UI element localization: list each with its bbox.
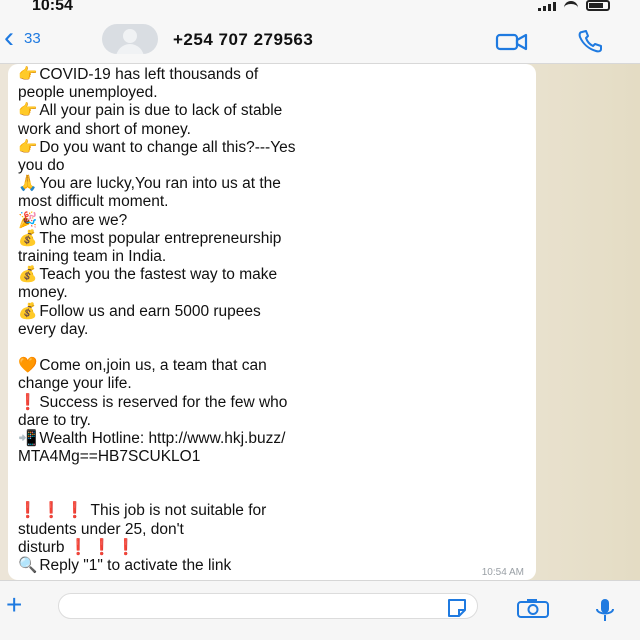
message-line-text: Come on,join us, a team that can	[39, 357, 267, 375]
emoji-icon: 💰	[18, 302, 38, 320]
message-line-text: Success is reserved for the few who	[39, 393, 288, 411]
chat-area[interactable]: 👉 COVID-19 has left thousands of people un…	[0, 64, 640, 580]
emoji-icon: 💰	[18, 229, 38, 247]
emoji-icon: 🧡	[18, 357, 38, 375]
message-input[interactable]	[58, 593, 478, 619]
message-line: 💰 Follow us and earn 5000 rupees	[18, 303, 526, 321]
message-line: 🧡 Come on,join us, a team that can	[18, 357, 526, 375]
message-line: ❗ Success is reserved for the few who	[18, 394, 526, 412]
message-line: 💰 Teach you the fastest way to make	[18, 266, 526, 284]
message-line: 👉 All your pain is due to lack of stable	[18, 102, 526, 120]
message-line: 💰 The most popular entrepreneurship	[18, 230, 526, 248]
message-line-text: Reply "1" to activate the link	[39, 557, 232, 575]
message-line: ❗ ❗ ❗ This job is not suitable for	[18, 502, 526, 520]
emoji-icon: 👉	[18, 66, 38, 83]
camera-icon[interactable]	[515, 599, 555, 619]
unread-count: 33	[24, 29, 41, 47]
message-text: 👉 COVID-19 has left thousands of people un…	[18, 66, 526, 575]
message-line-text: Follow us and earn 5000 rupees	[39, 302, 261, 320]
back-button[interactable]: ‹ 33	[4, 21, 41, 54]
message-line-text: most difficult moment.	[18, 193, 169, 211]
message-line: money.	[18, 284, 526, 302]
input-bar: +	[0, 580, 640, 640]
message-line-text: every day.	[18, 320, 89, 338]
message-line-text: students under 25, don't	[18, 520, 184, 538]
message-line-text: You are lucky,You ran into us at the	[39, 175, 281, 193]
emoji-icon: ❗ ❗ ❗	[18, 502, 85, 520]
status-icons	[538, 0, 610, 11]
message-line: 🙏 You are lucky,You ran into us at the	[18, 175, 526, 193]
status-bar: 10:54	[0, 0, 640, 16]
message-line-text: disturb ❗ ❗ ❗	[18, 538, 136, 556]
message-line: most difficult moment.	[18, 193, 526, 211]
message-line: work and short of money.	[18, 121, 526, 139]
emoji-icon: ❗	[18, 393, 38, 411]
message-line: MTA4Mg==HB7SCUKLO1	[18, 448, 526, 466]
emoji-icon: 🔍	[18, 557, 38, 575]
message-line: 🎉 who are we?	[18, 212, 526, 230]
message-line-text: people unemployed.	[18, 84, 158, 102]
message-bubble[interactable]: 👉 COVID-19 has left thousands of people un…	[8, 64, 536, 580]
message-line-text[interactable]: Wealth Hotline: http://www.hkj.buzz/	[39, 430, 285, 447]
plus-icon[interactable]: +	[6, 591, 22, 619]
message-line-text: The most popular entrepreneurship	[39, 229, 282, 247]
contact-name[interactable]: +254 707 279563	[173, 30, 313, 50]
message-line: change your life.	[18, 375, 526, 393]
phone-icon[interactable]	[576, 29, 610, 53]
message-line-text: you do	[18, 157, 65, 175]
emoji-icon: 🎉	[18, 211, 38, 229]
message-line: every day.	[18, 321, 526, 339]
message-line-text: Teach you the fastest way to make	[39, 266, 278, 284]
message-line-text: dare to try.	[18, 411, 91, 429]
chevron-left-icon: ‹	[4, 21, 14, 54]
emoji-icon: 📲	[18, 430, 38, 448]
message-line-text: money.	[18, 284, 68, 302]
message-line-text: work and short of money.	[18, 120, 191, 138]
message-line	[18, 339, 526, 357]
microphone-icon[interactable]	[594, 597, 616, 623]
message-line: 👉 COVID-19 has left thousands of	[18, 66, 526, 84]
message-line: dare to try.	[18, 412, 526, 430]
message-line-text: change your life.	[18, 375, 132, 393]
message-line-text: MTA4Mg==HB7SCUKLO1	[18, 448, 201, 466]
message-line: people unemployed.	[18, 84, 526, 102]
status-time: 10:54	[32, 0, 73, 14]
message-line-text: training team in India.	[18, 248, 167, 266]
wifi-icon	[564, 0, 578, 11]
battery-icon	[586, 0, 610, 11]
message-line-text: COVID-19 has left thousands of	[39, 66, 259, 83]
message-line-text: who are we?	[39, 211, 128, 229]
emoji-icon: 🙏	[18, 175, 38, 193]
avatar[interactable]	[102, 24, 158, 54]
sticker-icon[interactable]	[446, 597, 468, 619]
emoji-icon: 💰	[18, 266, 38, 284]
signal-icon	[538, 1, 556, 11]
message-line: training team in India.	[18, 248, 526, 266]
message-line: disturb ❗ ❗ ❗	[18, 539, 526, 557]
message-line-text: Do you want to change all this?---Yes	[39, 138, 296, 156]
message-line: 👉 Do you want to change all this?---Yes	[18, 139, 526, 157]
video-camera-icon[interactable]	[495, 32, 529, 52]
message-line: 🔍 Reply "1" to activate the link	[18, 557, 526, 575]
message-line-text: This job is not suitable for	[86, 502, 267, 520]
message-line: students under 25, don't	[18, 521, 526, 539]
message-line-text: All your pain is due to lack of stable	[39, 102, 283, 120]
message-line: you do	[18, 157, 526, 175]
emoji-icon: 👉	[18, 102, 38, 120]
message-line: 📲 Wealth Hotline: http://www.hkj.buzz/	[18, 430, 526, 448]
message-timestamp: 10:54 AM	[481, 567, 524, 578]
chat-header: ‹ 33 +254 707 279563	[0, 16, 640, 64]
message-line	[18, 466, 526, 502]
emoji-icon: 👉	[18, 138, 38, 156]
